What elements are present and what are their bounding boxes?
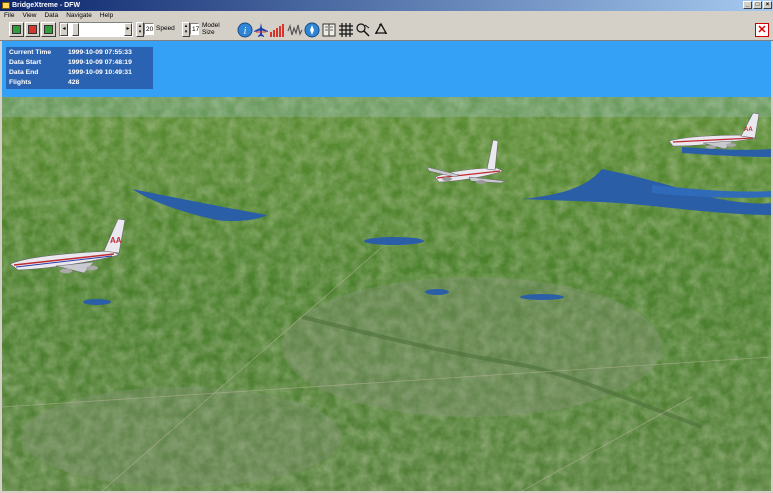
minimize-button[interactable]: _: [743, 1, 752, 9]
info-value: 428: [68, 79, 80, 86]
title-bar: BridgeXtreme - DFW _ □ ×: [0, 0, 773, 11]
menu-help[interactable]: Help: [96, 11, 117, 20]
recycle-icon: [374, 22, 388, 34]
app-icon: [2, 2, 10, 9]
bar-chart-button[interactable]: [269, 22, 285, 38]
model-size-value[interactable]: 17: [190, 23, 199, 35]
urban-area: [282, 277, 662, 417]
maximize-button[interactable]: □: [753, 1, 762, 9]
lake: [520, 294, 564, 300]
info-row-data-end: Data End 1999-10-09 10:49:31: [9, 68, 153, 78]
close-view-button[interactable]: ✕: [755, 23, 769, 37]
menu-bar: File View Data Navigate Help: [0, 11, 773, 20]
toolbar: ◂ ▸ ▴ ▾ 20 Speed ▴ ▾ 17 Model Size i ✕: [0, 20, 773, 41]
model-size-label-line1: Model: [202, 22, 220, 29]
info-row-flights: Flights 428: [9, 78, 153, 88]
svg-text:i: i: [244, 26, 247, 37]
model-size-spinner[interactable]: ▴ ▾: [182, 22, 190, 37]
info-button[interactable]: i: [237, 22, 253, 38]
slider-left-arrow-icon[interactable]: ◂: [60, 23, 68, 36]
speed-label: Speed: [156, 25, 175, 32]
speed-value[interactable]: 20: [144, 23, 154, 35]
lake: [83, 299, 111, 305]
window-title: BridgeXtreme - DFW: [12, 2, 81, 9]
compass-icon: [304, 22, 320, 38]
terrain-map: [2, 97, 771, 491]
airplane-icon[interactable]: AA: [667, 111, 765, 153]
airplane-button[interactable]: [253, 22, 269, 38]
grid-button[interactable]: [338, 22, 354, 38]
play-button[interactable]: [41, 22, 56, 37]
info-panel: Current Time 1999-10-09 07:55:33 Data St…: [6, 47, 153, 89]
lake: [364, 237, 424, 245]
model-size-label-line2: Size: [202, 29, 215, 36]
grid-icon: [339, 23, 353, 37]
airplane-icon: [254, 23, 268, 37]
flight-3d-view[interactable]: AA AA Current Time 1999-10-09 07:55:33 D…: [2, 41, 771, 491]
info-value: 1999-10-09 07:55:33: [68, 49, 132, 56]
svg-text:AA: AA: [110, 236, 122, 245]
menu-data[interactable]: Data: [40, 11, 62, 20]
info-row-current-time: Current Time 1999-10-09 07:55:33: [9, 48, 153, 58]
model-size-label: Model Size: [202, 22, 220, 37]
info-value: 1999-10-09 07:48:19: [68, 59, 132, 66]
waveform-icon: [287, 23, 303, 36]
recycle-button[interactable]: [373, 22, 389, 38]
info-label: Flights: [9, 79, 32, 86]
info-icon: i: [237, 22, 253, 38]
stop-button[interactable]: [25, 22, 40, 37]
lake: [425, 289, 449, 295]
rewind-button[interactable]: [9, 22, 24, 37]
menu-view[interactable]: View: [18, 11, 40, 20]
info-label: Data Start: [9, 59, 42, 66]
urban-area: [22, 387, 342, 487]
compass-button[interactable]: [304, 22, 320, 38]
slider-right-arrow-icon[interactable]: ▸: [124, 23, 132, 36]
bar-chart-icon: [270, 24, 284, 37]
speed-spinner[interactable]: ▴ ▾: [136, 22, 144, 37]
book-icon: [322, 23, 336, 37]
info-row-data-start: Data Start 1999-10-09 07:48:19: [9, 58, 153, 68]
search-refresh-button[interactable]: [355, 22, 371, 38]
play-icon: [44, 25, 53, 34]
info-label: Current Time: [9, 49, 52, 56]
info-label: Data End: [9, 69, 39, 76]
airplane-icon[interactable]: AA: [6, 217, 128, 275]
time-slider[interactable]: ◂ ▸: [59, 22, 133, 37]
menu-navigate[interactable]: Navigate: [62, 11, 96, 20]
rewind-icon: [12, 25, 21, 34]
svg-text:AA: AA: [744, 127, 753, 133]
slider-thumb[interactable]: [72, 23, 79, 36]
book-button[interactable]: [321, 22, 337, 38]
menu-file[interactable]: File: [0, 11, 18, 20]
search-refresh-icon: [356, 23, 370, 37]
window-close-button[interactable]: ×: [763, 1, 772, 9]
waveform-button[interactable]: [287, 22, 303, 38]
stop-icon: [28, 25, 37, 34]
airplane-icon[interactable]: [425, 137, 509, 189]
info-value: 1999-10-09 10:49:31: [68, 69, 132, 76]
